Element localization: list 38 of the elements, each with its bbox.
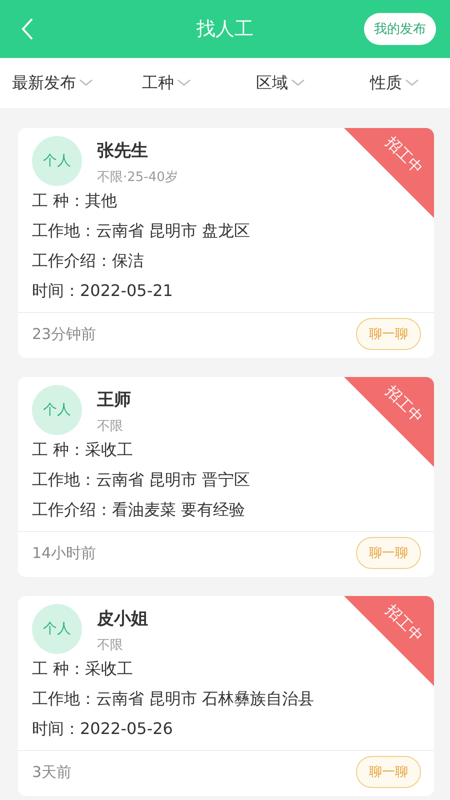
chevron-down-icon bbox=[405, 79, 419, 87]
job-card[interactable]: 招工中 个人 王师 不限 工 种：采收工 工作地：云南省 昆明市 晋宁区 工作介绍：看油麦菜 要有经验 14小时前 聊一聊 bbox=[18, 377, 434, 577]
poster-meta: 不限·25-40岁 bbox=[97, 169, 178, 186]
page-title: 找人工 bbox=[196, 17, 254, 42]
job-detail: 工作地：云南省 昆明市 石林彝族自治县 bbox=[32, 688, 316, 710]
job-detail: 工作地：云南省 昆明市 晋宁区 bbox=[32, 469, 252, 491]
job-detail: 时间：2022-05-21 bbox=[32, 280, 174, 302]
poster-meta: 不限 bbox=[97, 637, 124, 654]
status-ribbon: 招工中 bbox=[344, 377, 434, 467]
job-detail: 工 种：其他 bbox=[32, 190, 118, 212]
job-card[interactable]: 招工中 个人 皮小姐 不限 工 种：采收工 工作地：云南省 昆明市 石林彝族自治县 时间：2022-05-26 3天前 聊一聊 bbox=[18, 596, 434, 796]
avatar-badge: 个人 bbox=[32, 385, 82, 435]
job-detail: 工作地：云南省 昆明市 盘龙区 bbox=[32, 220, 252, 242]
filter-dropdown[interactable]: 区域 bbox=[256, 72, 370, 94]
post-time: 23分钟前 bbox=[32, 324, 96, 344]
chevron-down-icon bbox=[291, 79, 305, 87]
status-ribbon: 招工中 bbox=[344, 128, 434, 218]
job-detail: 时间：2022-05-26 bbox=[32, 718, 174, 740]
poster-name: 皮小姐 bbox=[97, 608, 148, 630]
job-detail: 工作介绍：保洁 bbox=[32, 250, 145, 272]
filter-dropdown[interactable]: 性质 bbox=[370, 72, 450, 94]
chevron-down-icon bbox=[177, 79, 191, 87]
job-detail: 工 种：采收工 bbox=[32, 439, 134, 461]
job-detail: 工 种：采收工 bbox=[32, 658, 134, 680]
poster-name: 王师 bbox=[97, 389, 131, 411]
status-ribbon: 招工中 bbox=[344, 596, 434, 686]
post-time: 14小时前 bbox=[32, 544, 96, 562]
filter-dropdown[interactable]: 最新发布 bbox=[12, 72, 142, 94]
avatar-badge: 个人 bbox=[32, 604, 82, 654]
job-detail: 工作介绍：看油麦菜 要有经验 bbox=[32, 499, 246, 521]
avatar-badge: 个人 bbox=[32, 136, 82, 186]
chevron-down-icon bbox=[79, 79, 93, 87]
back-icon[interactable] bbox=[20, 17, 34, 41]
post-time: 3天前 bbox=[32, 762, 72, 782]
poster-meta: 不限 bbox=[97, 418, 124, 435]
filter-dropdown[interactable]: 工种 bbox=[142, 72, 256, 94]
poster-name: 张先生 bbox=[97, 140, 149, 162]
job-card[interactable]: 招工中 个人 张先生 不限·25-40岁 工 种：其他 工作地：云南省 昆明市 盘龙区 工作介绍：保洁 时间：2022-05-21 23分钟前 聊一聊 bbox=[18, 128, 434, 358]
